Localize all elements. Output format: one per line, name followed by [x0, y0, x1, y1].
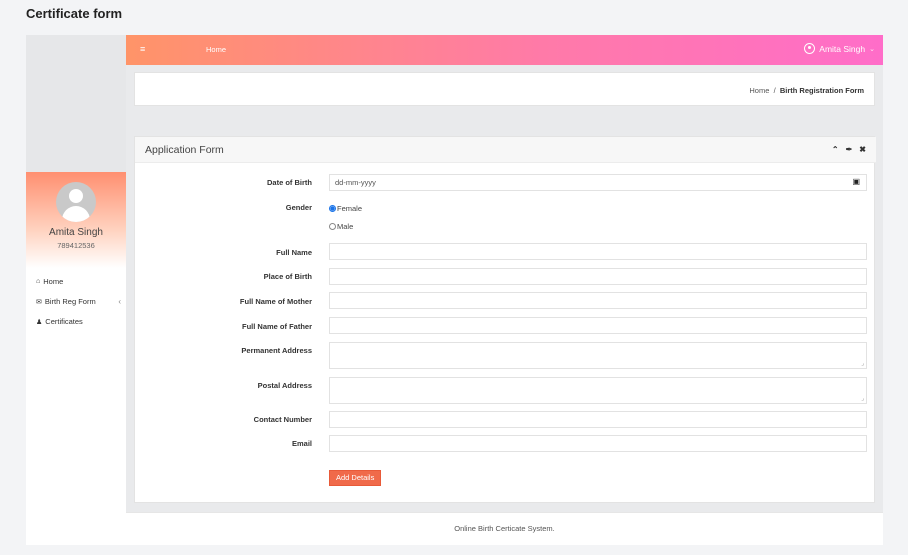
sidebar-item-birth-reg-form[interactable]: ✉ Birth Reg Form ‹: [36, 297, 121, 306]
hamburger-icon[interactable]: ≡: [140, 44, 145, 54]
permanent-address-label: Permanent Address: [241, 346, 312, 355]
user-menu[interactable]: Amita Singh ⌄: [804, 43, 875, 54]
sidebar-item-label: Certificates: [45, 317, 83, 326]
wrench-icon[interactable]: ✒: [846, 145, 853, 154]
footer: Online Birth Certicate System.: [126, 512, 883, 545]
dob-placeholder: dd-mm-yyyy: [335, 178, 376, 187]
chevron-left-icon: ‹: [118, 297, 121, 306]
radio-label: Female: [337, 204, 363, 213]
sidebar-item-certificates[interactable]: ♟ Certificates: [36, 317, 121, 326]
card-title: Application Form: [145, 144, 224, 156]
mother-name-input[interactable]: [329, 292, 867, 309]
contact-number-label: Contact Number: [253, 415, 312, 424]
gender-label: Gender: [285, 203, 312, 212]
sidebar-item-home[interactable]: ⌂ Home: [36, 277, 121, 286]
avatar: [56, 182, 96, 222]
radio-unchecked-icon: [329, 223, 336, 230]
card-header: Application Form ⌃ ✒ ✖: [135, 137, 876, 163]
dob-input[interactable]: dd-mm-yyyy ▣: [329, 174, 867, 191]
app-frame: Amita Singh 789412536 ⌂ Home ✉ Birth Reg…: [26, 35, 883, 545]
postal-address-label: Postal Address: [257, 381, 312, 390]
footer-text: Online Birth Certicate System.: [454, 524, 555, 533]
sidebar-menu: ⌂ Home ✉ Birth Reg Form ‹ ♟ Certificates: [26, 268, 126, 545]
father-name-label: Full Name of Father: [241, 322, 312, 331]
full-name-input[interactable]: [329, 243, 867, 260]
nav-home-link[interactable]: Home: [206, 45, 226, 54]
permanent-address-textarea[interactable]: ⌟: [329, 342, 867, 369]
dob-label: Date of Birth: [267, 178, 312, 187]
resize-handle-icon[interactable]: ⌟: [861, 360, 864, 367]
profile-name: Amita Singh: [49, 227, 103, 238]
email-label: Email: [291, 439, 312, 448]
gender-male-radio[interactable]: Male: [329, 222, 353, 231]
close-icon[interactable]: ✖: [859, 145, 866, 154]
gender-female-radio[interactable]: Female: [329, 204, 362, 213]
sidebar-item-label: Home: [43, 277, 64, 286]
breadcrumb-current: Birth Registration Form: [779, 86, 864, 95]
collapse-icon[interactable]: ⌃: [832, 145, 839, 154]
email-input[interactable]: [329, 435, 867, 452]
page-title: Certificate form: [26, 6, 123, 21]
radio-label: Male: [337, 222, 354, 231]
card-tools: ⌃ ✒ ✖: [832, 145, 866, 154]
user-icon: ♟: [36, 318, 43, 326]
breadcrumb-bar: Home / Birth Registration Form: [134, 72, 875, 106]
breadcrumb: Home / Birth Registration Form: [749, 86, 864, 95]
application-form-card: Application Form ⌃ ✒ ✖ Date of Birth dd-…: [134, 136, 876, 503]
sidebar-item-label: Birth Reg Form: [44, 297, 96, 306]
resize-handle-icon[interactable]: ⌟: [861, 395, 864, 402]
envelope-icon: ✉: [36, 298, 42, 306]
father-name-input[interactable]: [329, 317, 867, 334]
top-navbar: ≡ Home Amita Singh ⌄: [126, 35, 883, 65]
breadcrumb-separator: /: [773, 86, 776, 95]
user-circle-icon: [804, 43, 816, 54]
sidebar: Amita Singh 789412536 ⌂ Home ✉ Birth Reg…: [26, 35, 126, 545]
mother-name-label: Full Name of Mother: [239, 297, 312, 306]
add-details-button[interactable]: Add Details: [329, 470, 382, 486]
postal-address-textarea[interactable]: ⌟: [329, 377, 867, 404]
profile-phone: 789412536: [57, 241, 95, 250]
calendar-icon[interactable]: ▣: [852, 177, 860, 186]
radio-checked-icon: [329, 205, 336, 212]
place-of-birth-input[interactable]: [329, 268, 867, 285]
user-name: Amita Singh: [819, 43, 866, 54]
chevron-down-icon: ⌄: [869, 45, 875, 53]
full-name-label: Full Name: [276, 248, 312, 257]
profile-card: Amita Singh 789412536: [26, 172, 126, 268]
place-of-birth-label: Place of Birth: [263, 272, 312, 281]
breadcrumb-home[interactable]: Home: [749, 86, 769, 95]
contact-number-input[interactable]: [329, 411, 867, 428]
home-icon: ⌂: [36, 278, 41, 285]
